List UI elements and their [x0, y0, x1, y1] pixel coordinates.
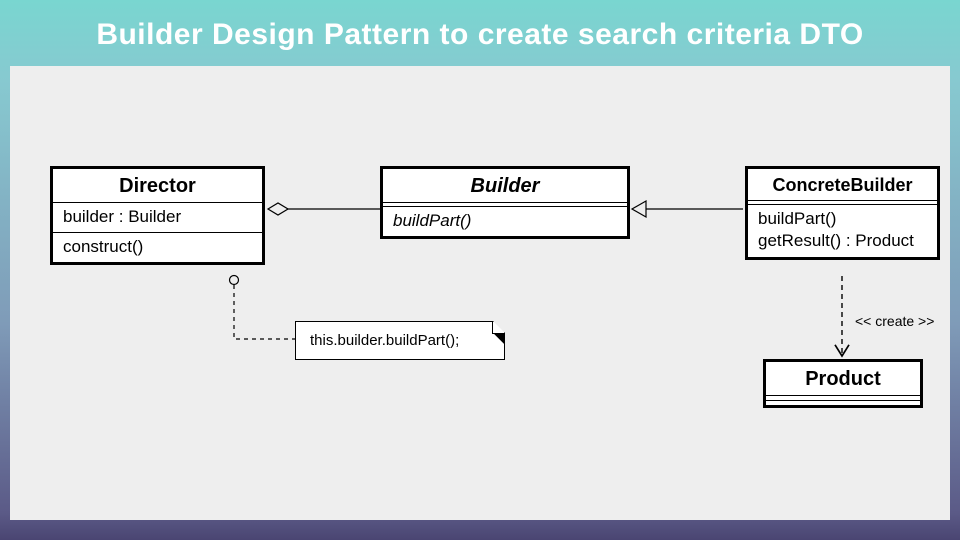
- create-stereotype-label: << create >>: [855, 313, 934, 329]
- class-builder-name: Builder: [383, 169, 627, 202]
- class-director-attr0: builder : Builder: [53, 202, 262, 232]
- uml-note: this.builder.buildPart();: [295, 321, 505, 360]
- class-builder-op0: buildPart(): [383, 206, 627, 236]
- connector-layer: [10, 66, 950, 520]
- edge-concretebuilder-builder-generalization: [632, 201, 743, 217]
- note-fold-line-icon: [492, 322, 504, 334]
- class-concretebuilder: ConcreteBuilder buildPart() getResult() …: [745, 166, 940, 260]
- page-title: Builder Design Pattern to create search …: [0, 0, 960, 52]
- class-builder: Builder buildPart(): [380, 166, 630, 239]
- class-director-name: Director: [53, 169, 262, 202]
- class-director-op0: construct(): [53, 232, 262, 262]
- class-concretebuilder-name: ConcreteBuilder: [748, 169, 937, 200]
- class-product-name: Product: [766, 362, 920, 395]
- class-concretebuilder-op0: buildPart(): [748, 204, 937, 231]
- edge-director-builder-aggregation: [268, 203, 380, 215]
- diagram-canvas: Director builder : Builder construct() B…: [10, 66, 950, 520]
- class-product: Product: [763, 359, 923, 408]
- edge-director-note-anchor: [230, 276, 296, 340]
- class-director: Director builder : Builder construct(): [50, 166, 265, 265]
- class-product-empty2: [766, 400, 920, 405]
- class-concretebuilder-op1: getResult() : Product: [748, 231, 937, 257]
- uml-note-text: this.builder.buildPart();: [310, 332, 459, 349]
